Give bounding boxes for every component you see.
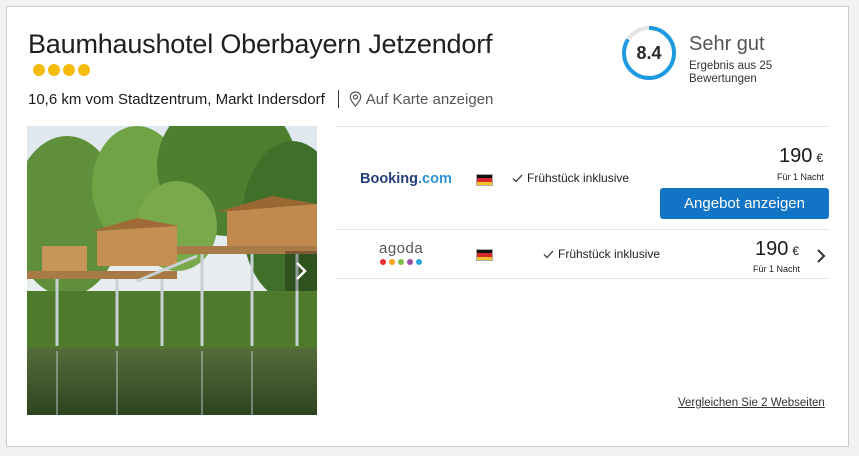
rating-block[interactable]: 8.4 Sehr gut Ergebnis aus 25 Bewertungen — [621, 25, 789, 86]
price-value: 190 — [755, 238, 789, 260]
chevron-right-icon — [296, 262, 307, 280]
agoda-logo-text: agoda — [379, 240, 424, 257]
star-icon — [33, 64, 45, 76]
amenity-label: Frühstück inklusive — [527, 171, 630, 185]
amenity-breakfast: Frühstück inklusive — [512, 171, 629, 185]
price-currency: € — [816, 151, 824, 165]
amenity-label: Frühstück inklusive — [558, 247, 661, 261]
hotel-photo[interactable] — [27, 126, 317, 415]
german-flag-icon — [476, 174, 493, 186]
booking-logo-suffix: .com — [418, 171, 452, 187]
map-link[interactable]: Auf Karte anzeigen — [349, 90, 494, 108]
rating-review-count: Ergebnis aus 25 Bewertungen — [689, 60, 773, 85]
booking-logo: Booking.com — [360, 171, 452, 187]
agoda-dots-icon — [379, 259, 423, 265]
star-rating — [33, 64, 90, 76]
map-pin-icon — [349, 91, 362, 107]
amenity-breakfast: Frühstück inklusive — [543, 247, 660, 261]
price-value: 190 — [779, 145, 813, 167]
offers-list: Booking.com Frühstück inklusive 190 € Für… — [336, 126, 830, 279]
chevron-right-icon[interactable] — [816, 248, 826, 264]
booking-logo-main: Booking — [360, 171, 418, 187]
checkmark-icon — [543, 250, 554, 258]
rating-score: 8.4 — [636, 43, 662, 63]
hotel-name[interactable]: Baumhaushotel Oberbayern Jetzendorf — [28, 29, 492, 60]
checkmark-icon — [512, 174, 523, 182]
view-offer-button[interactable]: Angebot anzeigen — [660, 188, 829, 219]
map-link-label: Auf Karte anzeigen — [365, 90, 494, 108]
star-icon — [63, 64, 75, 76]
star-icon — [78, 64, 90, 76]
star-icon — [48, 64, 60, 76]
divider — [337, 90, 339, 108]
german-flag-icon — [476, 249, 493, 261]
price-per-night: Für 1 Nacht — [777, 172, 825, 182]
treehouse-photo-icon — [27, 126, 317, 415]
price-currency: € — [792, 244, 800, 258]
rating-ring: 8.4 — [621, 25, 677, 81]
offer-row[interactable]: agoda Frühstück inklusive 190 € Für 1 Nac… — [336, 229, 830, 279]
next-photo-button[interactable] — [285, 251, 317, 291]
offer-price: 190 € — [779, 145, 823, 168]
offer-price: 190 € — [755, 238, 799, 261]
agoda-logo: agoda — [379, 240, 423, 265]
distance-text: 10,6 km vom Stadtzentrum, Markt Indersdo… — [28, 90, 325, 108]
compare-sites-link[interactable]: Vergleichen Sie 2 Webseiten — [678, 397, 825, 409]
price-per-night: Für 1 Nacht — [753, 264, 801, 274]
location-line: 10,6 km vom Stadtzentrum, Markt Indersdo… — [28, 90, 493, 108]
rating-label: Sehr gut — [689, 33, 765, 55]
offer-row[interactable]: Booking.com Frühstück inklusive 190 € Für… — [336, 126, 830, 229]
hotel-card: Baumhaushotel Oberbayern Jetzendorf 10,6… — [6, 6, 849, 447]
